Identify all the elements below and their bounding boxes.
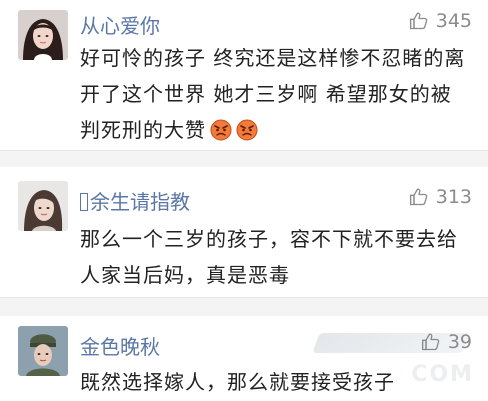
- username[interactable]: 从心爱你: [80, 10, 160, 39]
- thumbs-up-icon: [409, 187, 429, 207]
- thumbs-up-icon: [421, 332, 441, 352]
- username-prefix-box: [80, 193, 88, 211]
- comment-text: 好可怜的孩子 终究还是这样惨不忍睹的离开了这个世界 她才三岁啊 希望那女的被判死…: [80, 40, 470, 148]
- comment-text: 那么一个三岁的孩子，容不下就不要去给人家当后妈，真是恶毒: [80, 227, 458, 287]
- comment-gap: [0, 151, 488, 167]
- like-button[interactable]: 345: [409, 10, 472, 32]
- comment-text: 既然选择嫁人，那么就要接受孩子: [80, 370, 395, 394]
- like-button[interactable]: 39: [421, 331, 472, 353]
- avatar[interactable]: [18, 326, 68, 376]
- username[interactable]: 余生请指教: [80, 186, 190, 215]
- like-count: 345: [435, 10, 472, 32]
- avatar[interactable]: [18, 181, 68, 231]
- comment-body: 好可怜的孩子 终究还是这样惨不忍睹的离开了这个世界 她才三岁啊 希望那女的被判死…: [80, 46, 466, 142]
- comment-item: 金色晚秋 39 既然选择嫁人，那么就要接受孩子: [0, 316, 488, 401]
- like-button[interactable]: 313: [409, 186, 472, 208]
- like-count: 39: [447, 331, 472, 353]
- username-text: 余生请指教: [90, 190, 190, 214]
- like-count: 313: [435, 186, 472, 208]
- comment-gap: [0, 298, 488, 316]
- comment-list: 从心爱你 345 好可怜的孩子 终究还是这样惨不忍睹的离开了这个世界 她才三岁啊…: [0, 0, 488, 401]
- comment-item: 从心爱你 345 好可怜的孩子 终究还是这样惨不忍睹的离开了这个世界 她才三岁啊…: [0, 0, 488, 150]
- comment-item: 余生请指教 313 那么一个三岁的孩子，容不下就不要去给人家当后妈，真是恶毒: [0, 167, 488, 297]
- avatar[interactable]: [18, 10, 68, 60]
- username[interactable]: 金色晚秋: [80, 331, 160, 360]
- thumbs-up-icon: [409, 11, 429, 31]
- angry-face-icon: [210, 116, 232, 141]
- angry-face-icon: [236, 116, 258, 141]
